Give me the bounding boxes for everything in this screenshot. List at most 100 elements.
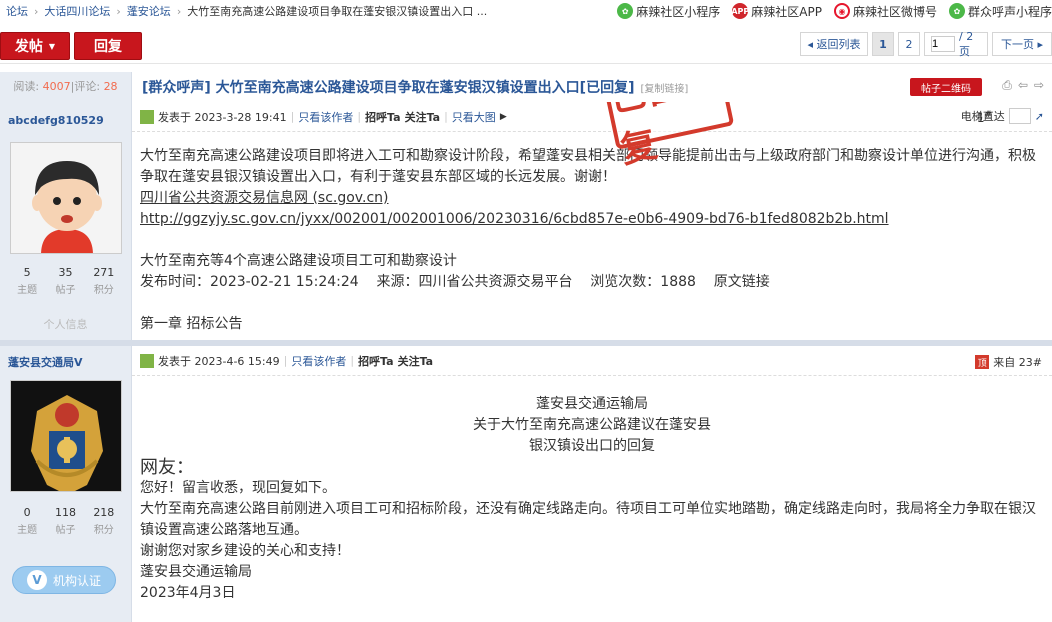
page-input[interactable] (931, 36, 955, 52)
next-page-button[interactable]: 下一页 ▸ (992, 32, 1052, 56)
post-content: 发表于 2023-3-28 19:41 | 只看该作者 | 招呼Ta 关注Ta … (132, 102, 1052, 340)
online-status-icon (140, 109, 154, 124)
police-badge-icon (11, 381, 121, 491)
post-paragraph: 谢谢您对家乡建设的关心和支持！ (140, 543, 350, 559)
source-link[interactable]: 四川省公共资源交易信息网 (sc.gov.cn) (140, 190, 389, 206)
view-count: 4007 (42, 80, 71, 93)
top-link-miniprogram[interactable]: ✿ 麻辣社区小程序 (617, 3, 720, 20)
top-links: ✿ 麻辣社区小程序 APP 麻辣社区APP ◉ 麻辣社区微博号 ✿ 群众呼声小程序 (617, 0, 1052, 22)
top-bar: 论坛 › 大话四川论坛 › 蓬安论坛 › 大竹至南充高速公路建设项目争取在蓬安银… (0, 0, 1052, 22)
top-link-app[interactable]: APP 麻辣社区APP (731, 3, 822, 20)
post-content: 发表于 2023-4-6 15:49 | 只看该作者 | 招呼Ta 关注Ta 顶… (132, 346, 1052, 622)
breadcrumb-subforum[interactable]: 蓬安论坛 (127, 3, 171, 19)
reply-heading: 蓬安县交通运输局 (536, 396, 648, 412)
post-button[interactable]: 发帖 ▼ (0, 32, 70, 60)
back-to-list-button[interactable]: ◂ 返回列表 (800, 32, 868, 56)
only-author-link[interactable]: 只看该作者 (298, 109, 353, 125)
action-bar: 发帖▼ 回复 ◂ 返回列表 1 2 / 2 页 下一页 ▸ (0, 30, 1052, 64)
page-1-button[interactable]: 1 (872, 32, 894, 56)
institution-cert-badge[interactable]: V 机构认证 (12, 566, 116, 594)
breadcrumb-separator: › (116, 4, 121, 18)
breadcrumb: 论坛 › 大话四川论坛 › 蓬安论坛 › 大竹至南充高速公路建设项目争取在蓬安银… (0, 3, 487, 19)
thread-stats: 阅读: 4007|评论: 28 (0, 72, 132, 102)
stat-posts[interactable]: 118 帖子 (46, 506, 84, 536)
reply-greeting: 网友： (140, 457, 194, 478)
personal-info-label: 个人信息 (43, 318, 88, 331)
thread-header: 阅读: 4007|评论: 28 [群众呼声] 大竹至南充高速公路建设项目争取在蓬… (0, 72, 1052, 102)
online-status-icon (140, 353, 154, 368)
author-name[interactable]: abcdefg810529 (0, 102, 131, 132)
reply-heading: 银汉镇设出口的回复 (529, 438, 655, 454)
stat-points[interactable]: 218 积分 (85, 506, 123, 536)
follow-link[interactable]: 关注Ta (398, 353, 434, 369)
breadcrumb-separator: › (34, 4, 39, 18)
stat-posts[interactable]: 35 帖子 (46, 266, 84, 296)
big-image-link[interactable]: 只看大图 (452, 109, 496, 125)
stat-points[interactable]: 271 积分 (85, 266, 123, 296)
stat-topics[interactable]: 5 主题 (8, 266, 46, 296)
floor-jump: 电梯直达 ➚ (960, 108, 1044, 124)
post-2: 蓬安县交通局V 0 主题 118 帖子 218 积分 V 机构认证 发表于 2023 (0, 346, 1052, 622)
post-paragraph: 蓬安县交通运输局 (140, 564, 252, 580)
post-meta: 发表于 2023-3-28 19:41 | 只看该作者 | 招呼Ta 关注Ta … (132, 102, 1052, 132)
top-icon: 顶 (975, 355, 990, 369)
post-paragraph: 大竹至南充等4个高速公路建设项目工可和勘察设计 (140, 253, 457, 269)
post-body: 大竹至南充高速公路建设项目即将进入工可和勘察设计阶段，希望蓬安县相关部门领导能提… (132, 132, 1052, 335)
avatar[interactable] (10, 380, 122, 492)
weibo-icon: ◉ (833, 3, 850, 19)
post-paragraph: 大竹至南充高速公路目前刚进入项目工可和招标阶段，还没有确定线路走向。待项目工可单… (140, 501, 1036, 538)
thread-title[interactable]: [群众呼声] 大竹至南充高速公路建设项目争取在蓬安银汉镇设置出入口[已回复] (142, 77, 634, 97)
replied-stamp: 已回复 (605, 102, 735, 172)
url-link[interactable]: http://ggzyjy.sc.gov.cn/jyxx/002001/0020… (140, 211, 889, 227)
author-panel: abcdefg810529 5 主题 35 帖子 271 积分 个人信息 (0, 102, 132, 340)
cartoon-avatar-icon (11, 143, 121, 253)
post-paragraph: 2023年4月3日 (140, 585, 236, 601)
post-paragraph: 发布时间：2023-02-21 15:24:24 来源：四川省公共资源交易平台 … (140, 274, 770, 290)
greet-link[interactable]: 招呼Ta (358, 353, 394, 369)
breadcrumb-forum[interactable]: 大话四川论坛 (44, 3, 110, 19)
post-time: 发表于 2023-4-6 15:49 (158, 354, 280, 368)
reply-count: 28 (103, 80, 118, 93)
go-arrow-icon[interactable]: ➚ (1035, 110, 1044, 123)
reply-button[interactable]: 回复 (74, 32, 142, 60)
page-jump: / 2 页 (924, 30, 988, 58)
greet-link[interactable]: 招呼Ta (365, 109, 401, 125)
floor-jump-input[interactable] (1008, 108, 1031, 124)
avatar[interactable] (10, 142, 122, 254)
post-meta: 发表于 2023-4-6 15:49 | 只看该作者 | 招呼Ta 关注Ta (132, 346, 1052, 376)
triangle-right-icon: ▶ (499, 111, 507, 122)
qr-code-button[interactable]: 帖子二维码 (910, 78, 982, 96)
author-stats: 0 主题 118 帖子 218 积分 (0, 506, 131, 536)
breadcrumb-separator: › (176, 4, 182, 18)
verified-icon: V (26, 570, 47, 590)
post-body: 蓬安县交通运输局 关于大竹至南充高速公路建议在蓬安县 银汉镇设出口的回复 网友：… (132, 376, 1052, 604)
wechat-miniprogram-icon: ✿ (948, 3, 965, 19)
app-icon: APP (731, 3, 749, 19)
page-2-button[interactable]: 2 (898, 32, 920, 56)
breadcrumb-home[interactable]: 论坛 (6, 3, 28, 19)
stat-topics[interactable]: 0 主题 (8, 506, 46, 536)
breadcrumb-current: 大竹至南充高速公路建设项目争取在蓬安银汉镇设置出入口 ... (187, 5, 488, 18)
pagination: ◂ 返回列表 1 2 / 2 页 下一页 ▸ (800, 30, 1052, 58)
print-icon[interactable]: ⎙ (1002, 78, 1012, 93)
post-time: 发表于 2023-3-28 19:41 (158, 110, 287, 124)
prev-thread-icon[interactable]: ⇦ (1018, 78, 1028, 93)
post-1: abcdefg810529 5 主题 35 帖子 271 积分 个人信息 发表于 2 (0, 102, 1052, 340)
post-paragraph: 第一章 招标公告 (140, 316, 243, 332)
post-paragraph: 您好！留言收悉，现回复如下。 (140, 480, 336, 496)
author-name[interactable]: 蓬安县交通局V (0, 346, 131, 376)
reply-heading: 关于大竹至南充高速公路建议在蓬安县 (473, 417, 711, 433)
only-author-link[interactable]: 只看该作者 (291, 353, 346, 369)
follow-link[interactable]: 关注Ta (405, 109, 441, 125)
thread-tools: ⎙ ⇦ ⇨ (1002, 78, 1044, 93)
next-thread-icon[interactable]: ⇨ (1034, 78, 1044, 93)
top-link-voice-miniprogram[interactable]: ✿ 群众呼声小程序 (948, 3, 1052, 20)
reply-source[interactable]: 顶 来自 23# (975, 354, 1042, 370)
author-stats: 5 主题 35 帖子 271 积分 (0, 266, 131, 296)
copy-link[interactable]: [复制链接] (640, 80, 688, 95)
chevron-down-icon: ▼ (48, 41, 56, 51)
post-paragraph: 大竹至南充高速公路建设项目即将进入工可和勘察设计阶段，希望蓬安县相关部门领导能提… (140, 148, 1036, 185)
top-link-weibo[interactable]: ◉ 麻辣社区微博号 (833, 3, 937, 20)
author-panel: 蓬安县交通局V 0 主题 118 帖子 218 积分 V 机构认证 (0, 346, 132, 622)
wechat-miniprogram-icon: ✿ (617, 3, 634, 19)
